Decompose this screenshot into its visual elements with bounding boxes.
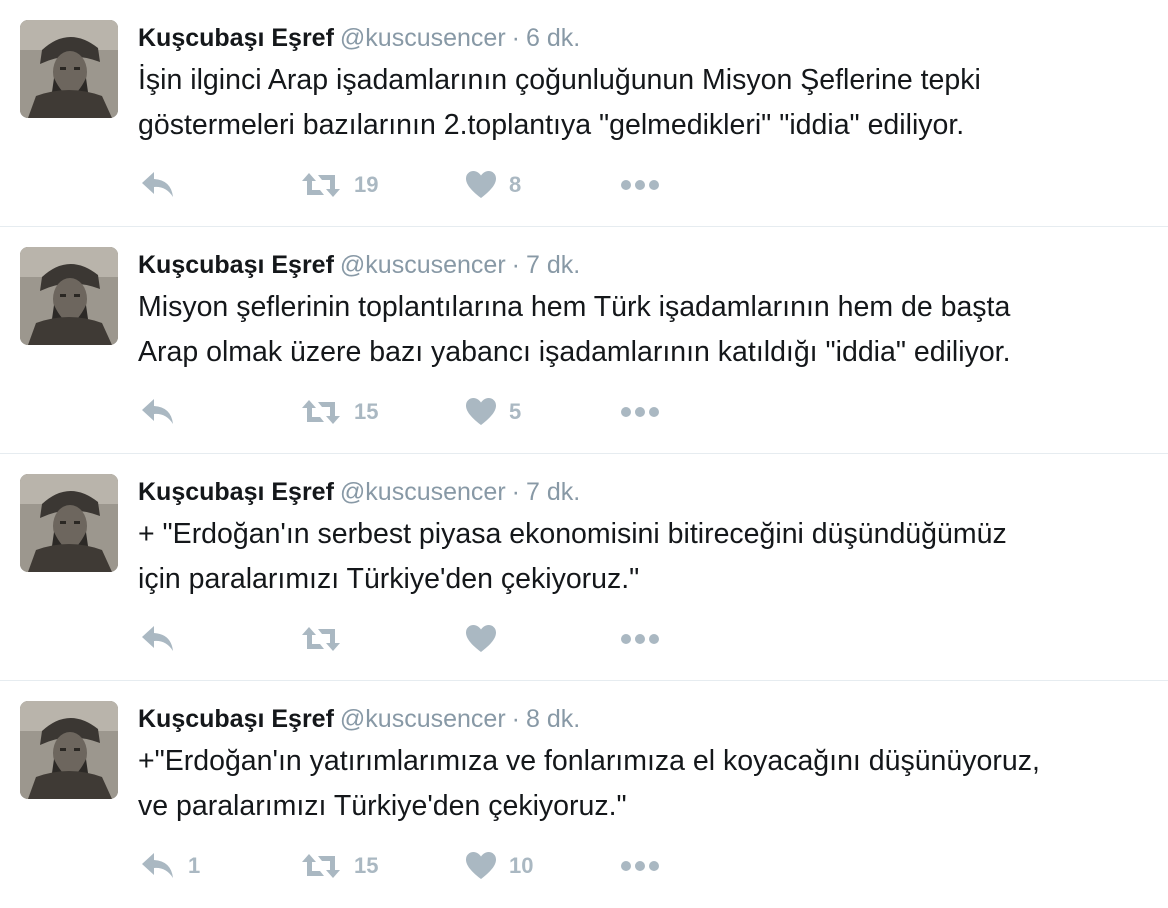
more-button[interactable] [620, 163, 660, 207]
author-username[interactable]: @kuscusencer [340, 24, 506, 52]
separator-dot: · [511, 478, 520, 506]
retweet-icon [302, 173, 340, 197]
tweet-actions: 1 15 10 [0, 844, 1168, 888]
author-username[interactable]: @kuscusencer [340, 251, 506, 279]
tweet-timestamp[interactable]: 6 dk. [526, 24, 580, 52]
retweet-button[interactable]: 19 [300, 163, 378, 207]
separator-dot: · [511, 705, 520, 733]
heart-icon [466, 625, 496, 652]
tweet-header: Kuşcubaşı Eşref @kuscusencer · 6 dk. [138, 22, 580, 54]
tweet-text: + "Erdoğan'ın serbest piyasa ekonomisini… [138, 518, 1007, 595]
tweet-actions: 15 5 [0, 390, 1168, 434]
more-button[interactable] [620, 844, 660, 888]
tweet[interactable]: Kuşcubaşı Eşref @kuscusencer · 6 dk. İşin i… [0, 0, 1168, 227]
author-username[interactable]: @kuscusencer [340, 705, 506, 733]
heart-icon [466, 852, 496, 879]
tweet[interactable]: Kuşcubaşı Eşref @kuscusencer · 7 dk. + "Erd… [0, 454, 1168, 681]
avatar[interactable] [20, 20, 118, 118]
tweet[interactable]: Kuşcubaşı Eşref @kuscusencer · 8 dk. +"Erdo… [0, 681, 1168, 908]
tweet-header: Kuşcubaşı Eşref @kuscusencer · 7 dk. [138, 249, 580, 281]
avatar[interactable] [20, 474, 118, 572]
avatar[interactable] [20, 701, 118, 799]
heart-icon [466, 171, 496, 198]
like-count: 5 [509, 399, 522, 424]
tweet[interactable]: Kuşcubaşı Eşref @kuscusencer · 7 dk. Misyon… [0, 227, 1168, 454]
retweet-icon [302, 854, 340, 878]
retweet-count: 15 [354, 399, 379, 424]
tweet-actions: 19 8 [0, 163, 1168, 207]
author-name[interactable]: Kuşcubaşı Eşref [138, 24, 334, 52]
separator-dot: · [511, 251, 520, 279]
retweet-count: 19 [354, 172, 379, 197]
tweet-timestamp[interactable]: 7 dk. [526, 251, 580, 279]
retweet-count: 15 [354, 853, 379, 878]
reply-icon [142, 626, 173, 651]
author-name[interactable]: Kuşcubaşı Eşref [138, 478, 334, 506]
like-count: 10 [509, 853, 534, 878]
retweet-icon [302, 627, 340, 651]
more-dots-icon [621, 407, 659, 417]
more-dots-icon [621, 634, 659, 644]
reply-icon [142, 399, 173, 424]
like-count: 8 [509, 172, 522, 197]
tweet-text: +"Erdoğan'ın yatırımlarımıza ve fonlarım… [138, 745, 1040, 822]
tweet-text: İşin ilginci Arap işadamlarının çoğunluğ… [138, 64, 981, 141]
tweet-text: Misyon şeflerinin toplantılarına hem Tür… [138, 291, 1011, 368]
reply-icon [142, 853, 173, 878]
tweet-timeline: Kuşcubaşı Eşref @kuscusencer · 6 dk. İşin i… [0, 0, 1168, 908]
avatar[interactable] [20, 247, 118, 345]
retweet-icon [302, 400, 340, 424]
more-dots-icon [621, 861, 659, 871]
reply-button[interactable] [140, 163, 188, 207]
retweet-button[interactable] [300, 617, 354, 661]
tweet-timestamp[interactable]: 8 dk. [526, 705, 580, 733]
retweet-button[interactable]: 15 [300, 844, 378, 888]
more-button[interactable] [620, 390, 660, 434]
reply-button[interactable] [140, 390, 188, 434]
tweet-header: Kuşcubaşı Eşref @kuscusencer · 8 dk. [138, 703, 580, 735]
tweet-timestamp[interactable]: 7 dk. [526, 478, 580, 506]
heart-icon [466, 398, 496, 425]
tweet-actions [0, 617, 1168, 661]
author-name[interactable]: Kuşcubaşı Eşref [138, 705, 334, 733]
retweet-button[interactable]: 15 [300, 390, 378, 434]
more-button[interactable] [620, 617, 660, 661]
like-button[interactable]: 8 [465, 163, 521, 207]
reply-icon [142, 172, 173, 197]
like-button[interactable]: 5 [465, 390, 521, 434]
author-name[interactable]: Kuşcubaşı Eşref [138, 251, 334, 279]
reply-button[interactable] [140, 617, 188, 661]
tweet-header: Kuşcubaşı Eşref @kuscusencer · 7 dk. [138, 476, 580, 508]
reply-count: 1 [188, 853, 201, 878]
like-button[interactable] [465, 617, 509, 661]
more-dots-icon [621, 180, 659, 190]
author-username[interactable]: @kuscusencer [340, 478, 506, 506]
separator-dot: · [511, 24, 520, 52]
reply-button[interactable]: 1 [140, 844, 200, 888]
like-button[interactable]: 10 [465, 844, 533, 888]
